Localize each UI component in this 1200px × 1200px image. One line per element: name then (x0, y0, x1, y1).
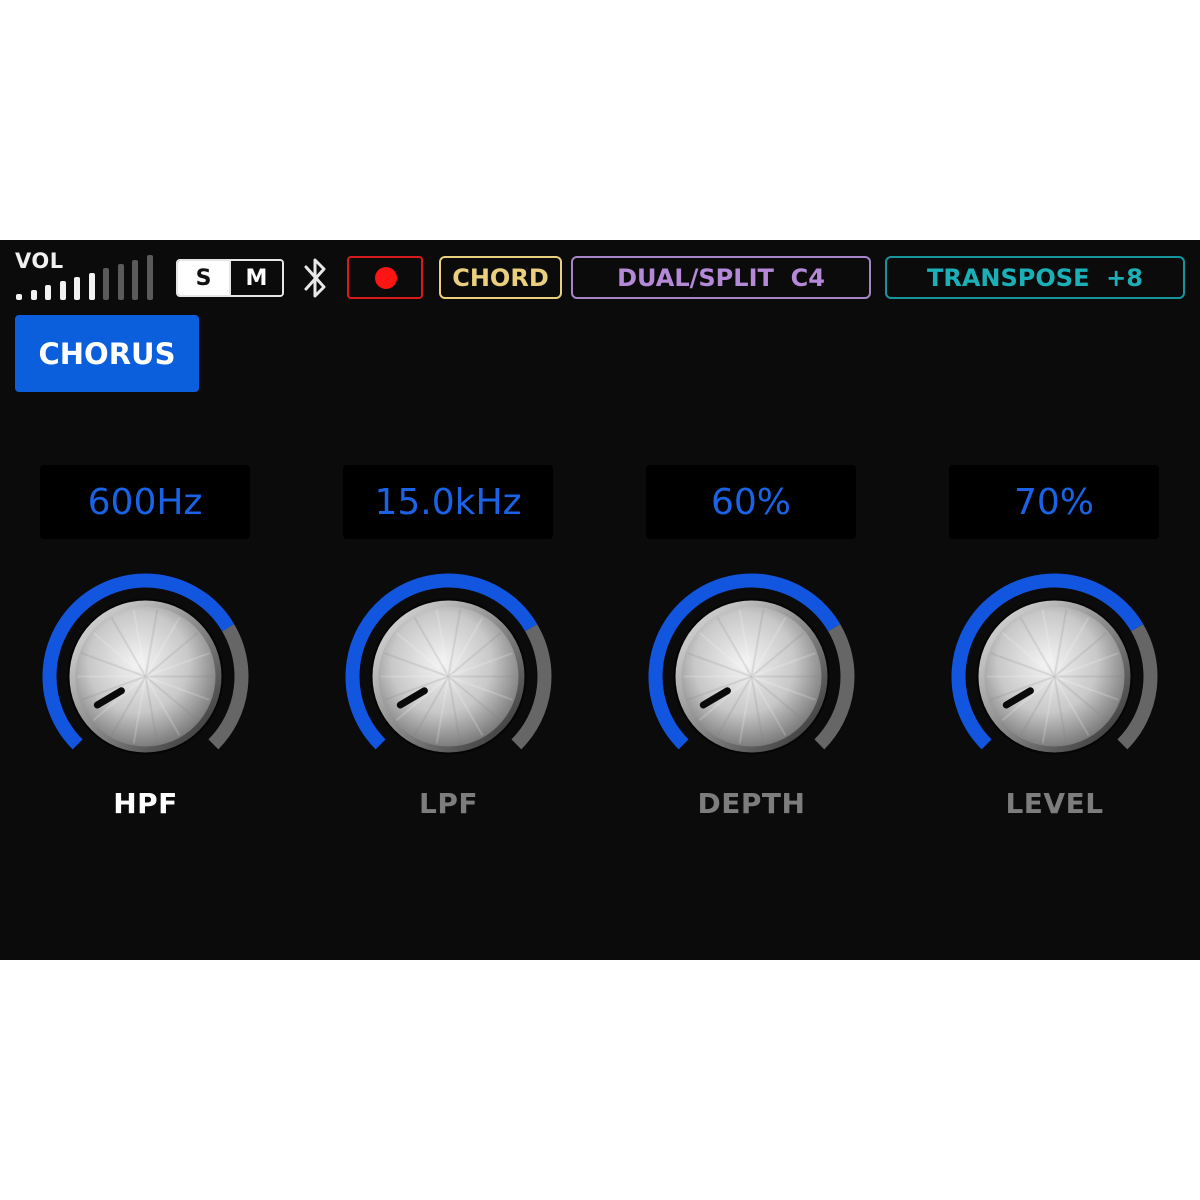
volume-bar (59, 281, 66, 300)
knob[interactable] (644, 569, 859, 784)
value-display: 15.0kHz (343, 465, 553, 539)
value-display: 60% (646, 465, 856, 539)
knob-label: DEPTH (697, 787, 806, 820)
knob-unit-level: 70% LEVEL (947, 465, 1162, 830)
knob-label: LPF (419, 787, 478, 820)
volume-bar (45, 285, 51, 300)
knob-label: LEVEL (1005, 787, 1104, 820)
volume-bar (30, 289, 37, 300)
volume-bar (103, 268, 109, 300)
volume-bar (146, 255, 153, 300)
effect-tab-chorus[interactable]: CHORUS (15, 315, 199, 392)
device-screen: VOL S M CHORD DUAL/SPLIT C4 TRANSPOSE +8… (0, 240, 1200, 960)
value-display: 600Hz (40, 465, 250, 539)
record-dot-icon (375, 267, 397, 289)
knob[interactable] (38, 569, 253, 784)
dual-split-button[interactable]: DUAL/SPLIT C4 (571, 256, 871, 299)
volume-bar (117, 263, 124, 300)
bluetooth-icon[interactable] (300, 255, 330, 301)
knob[interactable] (341, 569, 556, 784)
knob-label: HPF (113, 787, 178, 820)
transpose-button[interactable]: TRANSPOSE +8 (885, 256, 1185, 299)
value-display: 70% (949, 465, 1159, 539)
solo-mute-toggle[interactable]: S M (176, 259, 284, 297)
m-toggle[interactable]: M (229, 261, 282, 295)
record-button[interactable] (347, 256, 423, 299)
knob-unit-depth: 60% DEPTH (644, 465, 859, 830)
volume-bar (74, 276, 80, 300)
chord-button[interactable]: CHORD (439, 256, 562, 299)
volume-bar (88, 272, 95, 300)
knob-unit-hpf: 600Hz HPF (38, 465, 253, 830)
knob[interactable] (947, 569, 1162, 784)
volume-bar (132, 259, 138, 300)
s-toggle[interactable]: S (178, 261, 229, 295)
knob-unit-lpf: 15.0kHz LPF (341, 465, 556, 830)
volume-label: VOL (15, 249, 64, 273)
volume-bar (16, 294, 22, 300)
